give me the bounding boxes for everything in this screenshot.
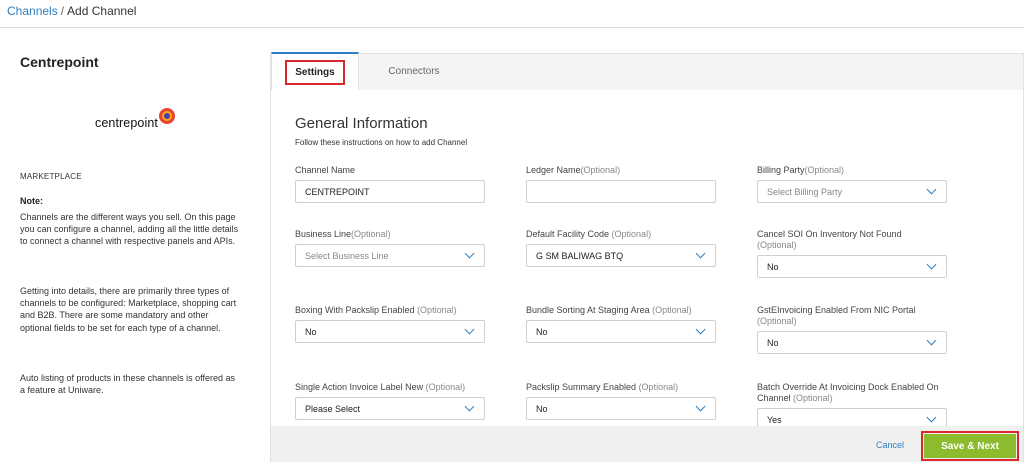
default-facility-code-select[interactable]: G SM BALIWAG BTQ — [526, 244, 716, 267]
tab-settings[interactable]: Settings — [271, 52, 359, 90]
logo-text: centrepoint — [95, 116, 158, 130]
logo-ring-icon — [158, 108, 175, 124]
billing-party-field: Billing Party(Optional) Select Billing P… — [757, 165, 947, 203]
tab-settings-label: Settings — [285, 59, 345, 85]
channel-info-sidebar: Centrepoint centrepoint MARKETPLACE Note… — [0, 29, 250, 462]
chevron-down-icon — [464, 324, 475, 335]
boxing-with-packslip-select[interactable]: No — [295, 320, 485, 343]
channel-title: Centrepoint — [20, 54, 99, 70]
packslip-summary-select[interactable]: No — [526, 397, 716, 420]
note-paragraph: Getting into details, there are primaril… — [20, 286, 237, 333]
ledger-name-field: Ledger Name(Optional) — [526, 165, 716, 203]
bundle-sorting-field: Bundle Sorting At Staging Area (Optional… — [526, 305, 716, 343]
note-title: Note: — [20, 196, 43, 206]
chevron-down-icon — [695, 248, 706, 259]
channel-type: MARKETPLACE — [20, 172, 82, 181]
business-line-select[interactable]: Select Business Line — [295, 244, 485, 267]
chevron-down-icon — [926, 335, 937, 346]
chevron-down-icon — [926, 184, 937, 195]
breadcrumb: Channels / Add Channel — [0, 0, 1024, 28]
chevron-down-icon — [695, 401, 706, 412]
field-label: Business Line(Optional) — [295, 229, 391, 239]
cancel-soi-field: Cancel SOI On Inventory Not Found (Option… — [757, 229, 947, 278]
chevron-down-icon — [926, 259, 937, 270]
bundle-sorting-select[interactable]: No — [526, 320, 716, 343]
cancel-soi-select[interactable]: No — [757, 255, 947, 278]
save-next-highlight: Save & Next — [921, 431, 1019, 461]
form-footer: Cancel Save & Next — [271, 426, 1023, 462]
boxing-with-packslip-field: Boxing With Packslip Enabled (Optional) … — [295, 305, 485, 343]
tab-connectors[interactable]: Connectors — [359, 52, 469, 90]
channel-logo: centrepoint — [95, 104, 175, 134]
batch-override-field: Batch Override At Invoicing Dock Enabled… — [757, 382, 947, 426]
chevron-down-icon — [926, 412, 937, 423]
section-title: General Information — [295, 115, 428, 132]
channel-name-input[interactable]: CENTREPOINT — [295, 180, 485, 203]
field-label: Ledger Name(Optional) — [526, 165, 621, 175]
gst-einvoicing-select[interactable]: No — [757, 331, 947, 354]
field-label: Billing Party(Optional) — [757, 165, 845, 175]
billing-party-select[interactable]: Select Billing Party — [757, 180, 947, 203]
field-label: Packslip Summary Enabled (Optional) — [526, 382, 679, 392]
general-information-section: General Information Follow these instruc… — [271, 90, 1023, 426]
field-label: Bundle Sorting At Staging Area (Optional… — [526, 305, 692, 315]
field-label: Cancel SOI On Inventory Not Found (Option… — [757, 229, 902, 250]
ledger-name-input[interactable] — [526, 180, 716, 203]
breadcrumb-current: Add Channel — [67, 4, 137, 18]
chevron-down-icon — [464, 401, 475, 412]
note-paragraph: Channels are the different ways you sell… — [20, 212, 239, 247]
field-label: Channel Name — [295, 165, 356, 175]
section-subtitle: Follow these instructions on how to add … — [295, 138, 468, 147]
chevron-down-icon — [695, 324, 706, 335]
single-action-invoice-label-field: Single Action Invoice Label New (Optiona… — [295, 382, 485, 420]
chevron-down-icon — [464, 248, 475, 259]
note-paragraph: Auto listing of products in these channe… — [20, 373, 235, 396]
packslip-summary-field: Packslip Summary Enabled (Optional) No — [526, 382, 716, 420]
channel-name-field: Channel Name CENTREPOINT — [295, 165, 485, 203]
business-line-field: Business Line(Optional) Select Business … — [295, 229, 485, 267]
gst-einvoicing-field: GstEInvoicing Enabled From NIC Portal (Op… — [757, 305, 947, 354]
default-facility-code-field: Default Facility Code (Optional) G SM BA… — [526, 229, 716, 267]
field-label: GstEInvoicing Enabled From NIC Portal (Op… — [757, 305, 916, 326]
field-label: Default Facility Code (Optional) — [526, 229, 652, 239]
breadcrumb-channels-link[interactable]: Channels — [7, 4, 58, 18]
batch-override-select[interactable]: Yes — [757, 408, 947, 426]
breadcrumb-separator: / — [60, 4, 65, 18]
cancel-button[interactable]: Cancel — [876, 440, 904, 450]
field-label: Boxing With Packslip Enabled (Optional) — [295, 305, 457, 315]
field-label: Single Action Invoice Label New (Optiona… — [295, 382, 466, 392]
field-label: Batch Override At Invoicing Dock Enabled… — [757, 382, 939, 403]
channel-form-panel: Settings Connectors General Information … — [270, 52, 1024, 462]
single-action-invoice-label-select[interactable]: Please Select — [295, 397, 485, 420]
save-next-button[interactable]: Save & Next — [924, 434, 1016, 458]
